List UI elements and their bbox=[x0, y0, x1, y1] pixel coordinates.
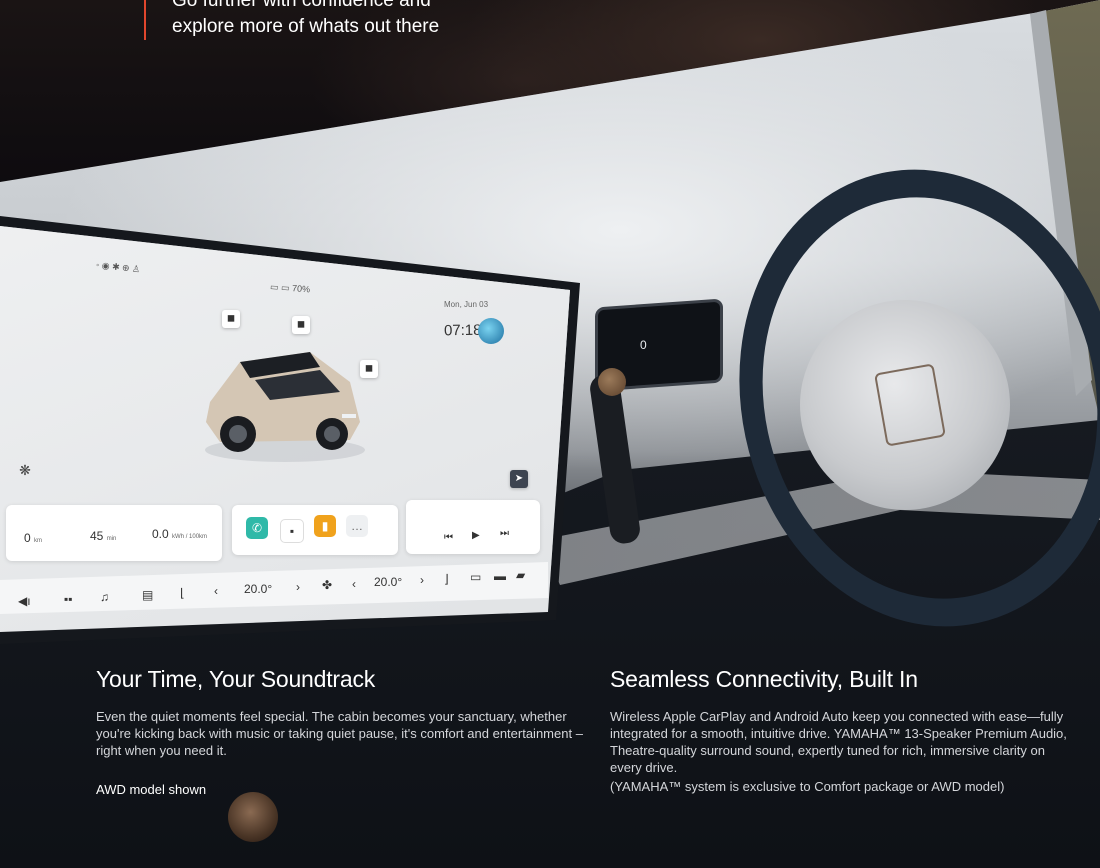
user-avatar[interactable] bbox=[478, 318, 504, 344]
time-unit: min bbox=[106, 536, 117, 542]
section-soundtrack: Your Time, Your Soundtrack Even the quie… bbox=[96, 664, 596, 798]
temp-left-down[interactable]: ‹ bbox=[214, 584, 218, 598]
profile-icon[interactable]: ▮ bbox=[314, 515, 336, 537]
music-icon[interactable]: ♫ bbox=[100, 590, 109, 604]
accent-divider bbox=[144, 0, 146, 40]
temp-right: 20.0° bbox=[374, 575, 403, 589]
seat-icon[interactable]: ⌊ bbox=[180, 586, 185, 600]
camera-icon[interactable]: ◼ bbox=[222, 310, 240, 328]
section-heading: Seamless Connectivity, Built In bbox=[610, 666, 918, 692]
stat-efficiency: 0.0 kWh / 100km bbox=[152, 527, 207, 541]
apps-icon[interactable]: ▪▪ bbox=[64, 592, 73, 606]
efficiency-unit: kWh / 100km bbox=[172, 534, 208, 540]
section-heading: Your Time, Your Soundtrack bbox=[96, 666, 376, 692]
time-value: 45 bbox=[90, 529, 104, 543]
date-label: Mon, Jun 03 bbox=[444, 300, 489, 309]
quick-apps-card: ✆ ▪ ▮ … bbox=[232, 505, 398, 555]
climate-icon[interactable]: ▤ bbox=[142, 588, 153, 602]
efficiency-value: 0.0 bbox=[152, 527, 169, 541]
clock: 07:18 bbox=[443, 321, 482, 340]
brand-emblem bbox=[874, 363, 946, 447]
prev-track-icon[interactable]: ⏮ bbox=[444, 532, 453, 543]
seat-heat-icon[interactable]: ⌋ bbox=[444, 572, 449, 586]
temp-right-up[interactable]: › bbox=[420, 573, 424, 587]
hero-tagline: Go further with confidence and explore m… bbox=[172, 0, 492, 40]
lock-icon[interactable]: ▪ bbox=[280, 519, 304, 543]
phone-icon[interactable]: ✆ bbox=[246, 517, 268, 539]
media-card[interactable]: ⏮ ▶ ⏭ bbox=[406, 500, 540, 554]
volume-icon[interactable]: ◀ı bbox=[18, 594, 31, 608]
play-icon[interactable]: ▶ bbox=[472, 530, 480, 541]
vehicle-illustration bbox=[205, 352, 365, 462]
navigate-icon[interactable]: ➤ bbox=[510, 470, 528, 488]
mode-icon: ❋ bbox=[19, 462, 31, 478]
section-note: AWD model shown bbox=[96, 782, 207, 797]
trunk-icon[interactable]: ◼ bbox=[360, 360, 378, 378]
next-track-icon[interactable]: ⏭ bbox=[500, 528, 509, 539]
temp-right-down[interactable]: ‹ bbox=[352, 577, 356, 591]
section-connectivity: Seamless Connectivity, Built In Wireless… bbox=[610, 664, 1070, 795]
door-icon[interactable]: ◼ bbox=[292, 316, 310, 334]
tagline-line-1: Go further with confidence and bbox=[172, 0, 431, 11]
fan-icon[interactable]: ✤ bbox=[322, 578, 332, 592]
rear-defrost-icon[interactable]: ▬ bbox=[494, 569, 506, 583]
section-note: (YAMAHA™ system is exclusive to Comfort … bbox=[610, 779, 1005, 794]
mode-widget[interactable]: ❋ bbox=[10, 462, 40, 479]
more-icon[interactable]: … bbox=[346, 515, 368, 537]
trip-card[interactable]: 0 km 45 min 0.0 kWh / 100km bbox=[6, 505, 222, 561]
stat-time: 45 min bbox=[90, 529, 116, 543]
stat-distance: 0 km bbox=[24, 531, 42, 545]
temp-left-up[interactable]: › bbox=[296, 580, 300, 594]
car-icon[interactable]: ▰ bbox=[516, 568, 525, 582]
temp-left: 20.0° bbox=[244, 582, 273, 596]
tagline-line-2: explore more of whats out there bbox=[172, 16, 440, 37]
cluster-speed: 0 bbox=[640, 338, 647, 352]
battery-percent: 70% bbox=[291, 283, 311, 295]
stalk-knob bbox=[598, 368, 626, 396]
defrost-icon[interactable]: ▭ bbox=[470, 570, 481, 584]
section-body: Even the quiet moments feel special. The… bbox=[96, 709, 583, 758]
console-knob bbox=[228, 792, 278, 842]
distance-value: 0 bbox=[24, 531, 31, 545]
distance-unit: km bbox=[34, 538, 43, 544]
section-body: Wireless Apple CarPlay and Android Auto … bbox=[610, 709, 1067, 775]
